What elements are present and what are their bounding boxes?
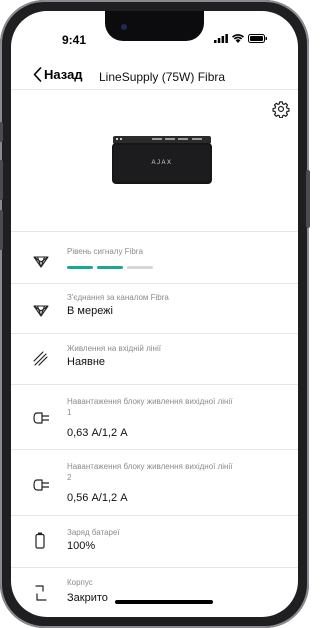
back-label: Назад: [44, 67, 83, 82]
cellular-signal-icon: [214, 34, 228, 43]
battery-icon: [35, 532, 45, 549]
output-2-value: 0,56 А/1,2 А: [67, 492, 128, 504]
battery-value: 100%: [67, 540, 96, 552]
plug-icon: [33, 412, 49, 424]
page-title: LineSupply (75W) Fibra: [99, 70, 226, 84]
signal-bar-3: [127, 266, 153, 269]
list-item-battery: Заряд батареї 100%: [11, 515, 298, 567]
battery-status-icon: [248, 34, 267, 43]
connection-label: З'єднання за каналом Fibra: [67, 293, 169, 302]
output-1-label-line1: Навантаження блоку живлення вихідної лін…: [67, 397, 233, 406]
signal-bar-2: [97, 266, 123, 269]
fibra-connection-icon: [33, 305, 49, 317]
lid-value: Закрито: [67, 592, 108, 604]
volume-up-button: [0, 160, 3, 200]
screen: 9:41 Назад LineSupply (75W) Fibra AJAX Р…: [11, 11, 298, 617]
list-item-output-1: Навантаження блоку живлення вихідної лін…: [11, 384, 298, 449]
list-item-connection: З'єднання за каналом Fibra В мережі: [11, 283, 298, 333]
volume-down-button: [0, 210, 3, 250]
list-item-lid: Корпус Закрито: [11, 567, 298, 617]
output-2-label-line2: 2: [67, 473, 72, 482]
notch: [105, 11, 204, 41]
home-indicator[interactable]: [115, 600, 213, 604]
battery-label: Заряд батареї: [67, 528, 120, 537]
status-time: 9:41: [62, 33, 87, 47]
power-button: [306, 170, 310, 228]
input-power-value: Наявне: [67, 356, 106, 368]
wifi-icon: [232, 34, 244, 43]
navigation-bar: Назад LineSupply (75W) Fibra: [11, 63, 298, 89]
chevron-left-icon: [33, 67, 42, 82]
output-2-label-line1: Навантаження блоку живлення вихідної лін…: [67, 462, 233, 471]
camera: [121, 24, 127, 30]
power-line-icon: [33, 351, 48, 366]
lid-icon: [35, 585, 47, 601]
ajax-logo: AJAX: [151, 160, 173, 166]
status-icons: [214, 34, 268, 43]
signal-bar-1: [67, 266, 93, 269]
output-1-label: Навантаження блоку живлення вихідної лін…: [67, 396, 297, 418]
header-divider: [11, 89, 298, 90]
input-power-label: Живлення на вхідній лінії: [67, 344, 161, 353]
signal-label: Рівень сигналу Fibra: [67, 247, 143, 256]
list-item-input-power: Живлення на вхідній лінії Наявне: [11, 333, 298, 384]
lid-label: Корпус: [67, 578, 93, 587]
mute-switch: [0, 122, 3, 142]
signal-strength-icon: [33, 256, 49, 268]
output-2-label: Навантаження блоку живлення вихідної лін…: [67, 461, 297, 483]
plug-icon: [33, 479, 49, 491]
output-1-value: 0,63 А/1,2 А: [67, 427, 128, 439]
list-item-output-2: Навантаження блоку живлення вихідної лін…: [11, 449, 298, 515]
device-image: AJAX: [112, 135, 212, 185]
output-1-label-line2: 1: [67, 408, 72, 417]
list-item-signal: Рівень сигналу Fibra: [11, 231, 298, 283]
connection-value: В мережі: [67, 305, 113, 317]
settings-gear-icon[interactable]: [272, 100, 290, 118]
back-button[interactable]: Назад: [33, 67, 83, 82]
